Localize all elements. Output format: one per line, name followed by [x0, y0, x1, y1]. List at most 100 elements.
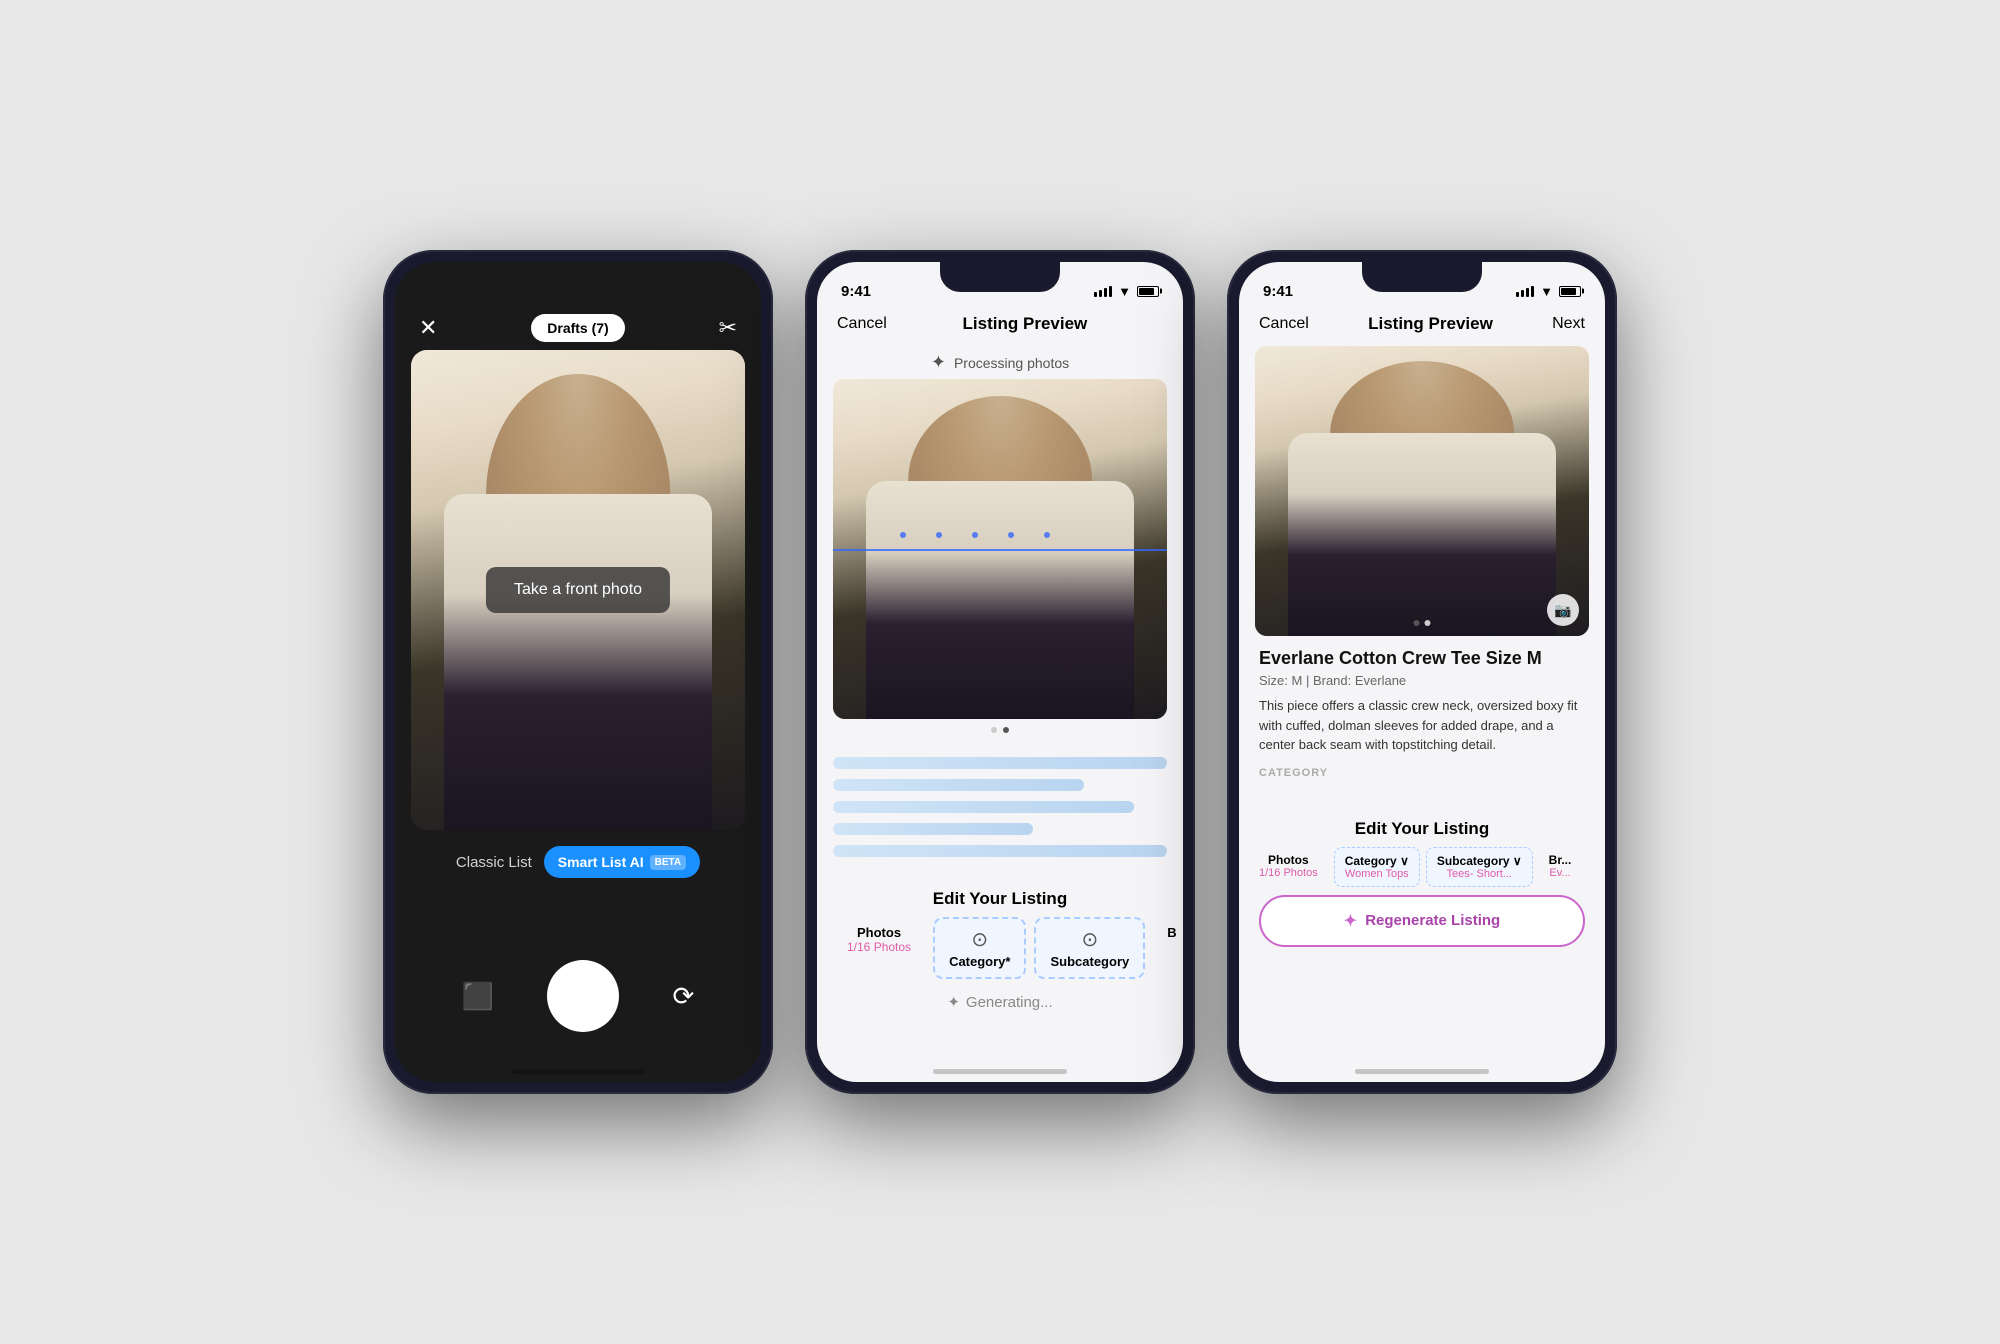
signal-bars-3	[1516, 286, 1534, 297]
smart-list-label: Smart List AI	[558, 854, 644, 870]
wifi-icon-2: ▼	[1118, 284, 1131, 299]
regen-star-icon: ✦	[1344, 911, 1357, 931]
dot-1	[991, 727, 997, 733]
front-photo-overlay: Take a front photo	[486, 567, 670, 613]
cancel-button-2[interactable]: Cancel	[837, 315, 887, 333]
processing-label: Processing photos	[954, 355, 1069, 371]
camera-nav: ✕ Drafts (7) ✂	[395, 306, 761, 350]
drafts-badge[interactable]: Drafts (7)	[531, 314, 624, 342]
battery-fill-3	[1561, 288, 1576, 295]
subcategory-tab-3-value: Tees- Short...	[1447, 868, 1512, 880]
category-tab-3-label: Category ∨	[1345, 854, 1409, 868]
notch-2	[940, 262, 1060, 292]
phone-camera: ✕ Drafts (7) ✂ Take a front photo Classi…	[383, 250, 773, 1094]
battery-icon-2	[1137, 286, 1159, 297]
phones-container: ✕ Drafts (7) ✂ Take a front photo Classi…	[383, 250, 1617, 1094]
photos-tab-3-label: Photos	[1268, 853, 1309, 867]
photos-tab-value: 1/16 Photos	[847, 940, 911, 954]
listing-photo-2	[833, 379, 1167, 719]
signal-bar-3-3	[1526, 288, 1529, 297]
close-icon[interactable]: ✕	[419, 315, 437, 341]
signal-bars-2	[1094, 286, 1112, 297]
photo-dot-1	[1414, 620, 1420, 626]
scan-dot-3	[972, 532, 978, 538]
nav-title-2: Listing Preview	[963, 314, 1088, 334]
nav-bar-2: Cancel Listing Preview	[817, 306, 1183, 346]
scan-dots	[900, 532, 1050, 538]
photos-tab-3-value: 1/16 Photos	[1259, 867, 1318, 879]
brand-tab-3-label: Br...	[1549, 853, 1572, 867]
gen-star-icon: ✦	[947, 993, 960, 1011]
brand-tab-3[interactable]: Br... Ev...	[1539, 847, 1582, 887]
category-icon: ⊙	[971, 927, 988, 952]
dot-2-active	[1003, 727, 1009, 733]
shutter-button[interactable]	[547, 960, 619, 1032]
category-tab-label: Category*	[949, 954, 1010, 969]
processing-spinner: ✦	[931, 352, 946, 373]
scan-line	[833, 549, 1167, 551]
shutter-inner	[554, 967, 612, 1025]
battery-fill-2	[1139, 288, 1154, 295]
classic-list-label[interactable]: Classic List	[456, 854, 532, 871]
beta-tag: BETA	[650, 855, 686, 870]
nav-title-3: Listing Preview	[1368, 314, 1493, 334]
loading-line-3	[833, 801, 1134, 813]
product-info: Everlane Cotton Crew Tee Size M Size: M …	[1239, 636, 1605, 803]
cancel-button-3[interactable]: Cancel	[1259, 315, 1309, 333]
notch-3	[1362, 262, 1482, 292]
phone-processing: 9:41 ▼ Cancel Listing Preview	[805, 250, 1195, 1094]
signal-bar-4	[1109, 286, 1112, 297]
signal-bar-3	[1104, 288, 1107, 297]
product-title: Everlane Cotton Crew Tee Size M	[1259, 648, 1585, 669]
loading-lines	[817, 741, 1183, 873]
status-icons-3: ▼	[1516, 284, 1581, 299]
brand-tab-3-value: Ev...	[1549, 867, 1570, 879]
home-indicator-3	[1355, 1069, 1489, 1074]
category-tab-2[interactable]: ⊙ Category*	[933, 917, 1026, 979]
flip-camera-icon[interactable]: ⟳	[673, 981, 695, 1012]
subcategory-tab-label: Subcategory	[1050, 954, 1129, 969]
photos-tab-label: Photos	[857, 925, 901, 940]
dots-indicator-2	[817, 719, 1183, 741]
edit-section-3: Edit Your Listing	[1239, 803, 1605, 847]
scissors-icon[interactable]: ✂	[719, 315, 737, 341]
photos-tab-2[interactable]: Photos 1/16 Photos	[833, 917, 925, 979]
next-button-3[interactable]: Next	[1552, 315, 1585, 333]
edit-tabs-2: Photos 1/16 Photos ⊙ Category* ⊙ Subcate…	[817, 917, 1183, 979]
notch-1	[518, 262, 638, 292]
product-photo: 📷	[1255, 346, 1589, 636]
nav-bar-3: Cancel Listing Preview Next	[1239, 306, 1605, 346]
photo-dot-2	[1425, 620, 1431, 626]
product-description: This piece offers a classic crew neck, o…	[1259, 696, 1585, 755]
regenerate-button[interactable]: ✦ Regenerate Listing	[1259, 895, 1585, 947]
wifi-icon-3: ▼	[1540, 284, 1553, 299]
scan-dot-5	[1044, 532, 1050, 538]
home-indicator-2	[933, 1069, 1067, 1074]
edit-tabs-3: Photos 1/16 Photos Category ∨ Women Tops…	[1239, 847, 1605, 887]
photos-tab-3[interactable]: Photos 1/16 Photos	[1249, 847, 1328, 887]
generating-bar: ✦ Generating...	[817, 979, 1183, 1025]
status-icons-2: ▼	[1094, 284, 1159, 299]
signal-bar-3-2	[1521, 290, 1524, 297]
category-section-label: CATEGORY	[1259, 767, 1585, 779]
generating-label: Generating...	[966, 994, 1053, 1011]
signal-bar-2	[1099, 290, 1102, 297]
camera-badge[interactable]: 📷	[1547, 594, 1579, 626]
edit-section-2: Edit Your Listing	[817, 873, 1183, 917]
camera-controls: ⬛ ⟳	[395, 940, 761, 1052]
listing-type-bar: Classic List Smart List AI BETA	[395, 830, 761, 894]
status-time-2: 9:41	[841, 283, 871, 300]
battery-icon-3	[1559, 286, 1581, 297]
loading-line-2	[833, 779, 1084, 791]
brand-tab-label: B	[1167, 925, 1176, 940]
brand-tab-2[interactable]: B	[1153, 917, 1183, 979]
subcategory-tab-2[interactable]: ⊙ Subcategory	[1034, 917, 1145, 979]
subcategory-tab-3[interactable]: Subcategory ∨ Tees- Short...	[1426, 847, 1533, 887]
smart-list-badge[interactable]: Smart List AI BETA	[544, 846, 700, 878]
person-silhouette-3	[1255, 346, 1589, 636]
category-tab-3[interactable]: Category ∨ Women Tops	[1334, 847, 1420, 887]
gallery-icon[interactable]: ⬛	[462, 981, 494, 1012]
photo-dots-3	[1414, 620, 1431, 626]
loading-line-1	[833, 757, 1167, 769]
processing-bar: ✦ Processing photos	[817, 346, 1183, 379]
